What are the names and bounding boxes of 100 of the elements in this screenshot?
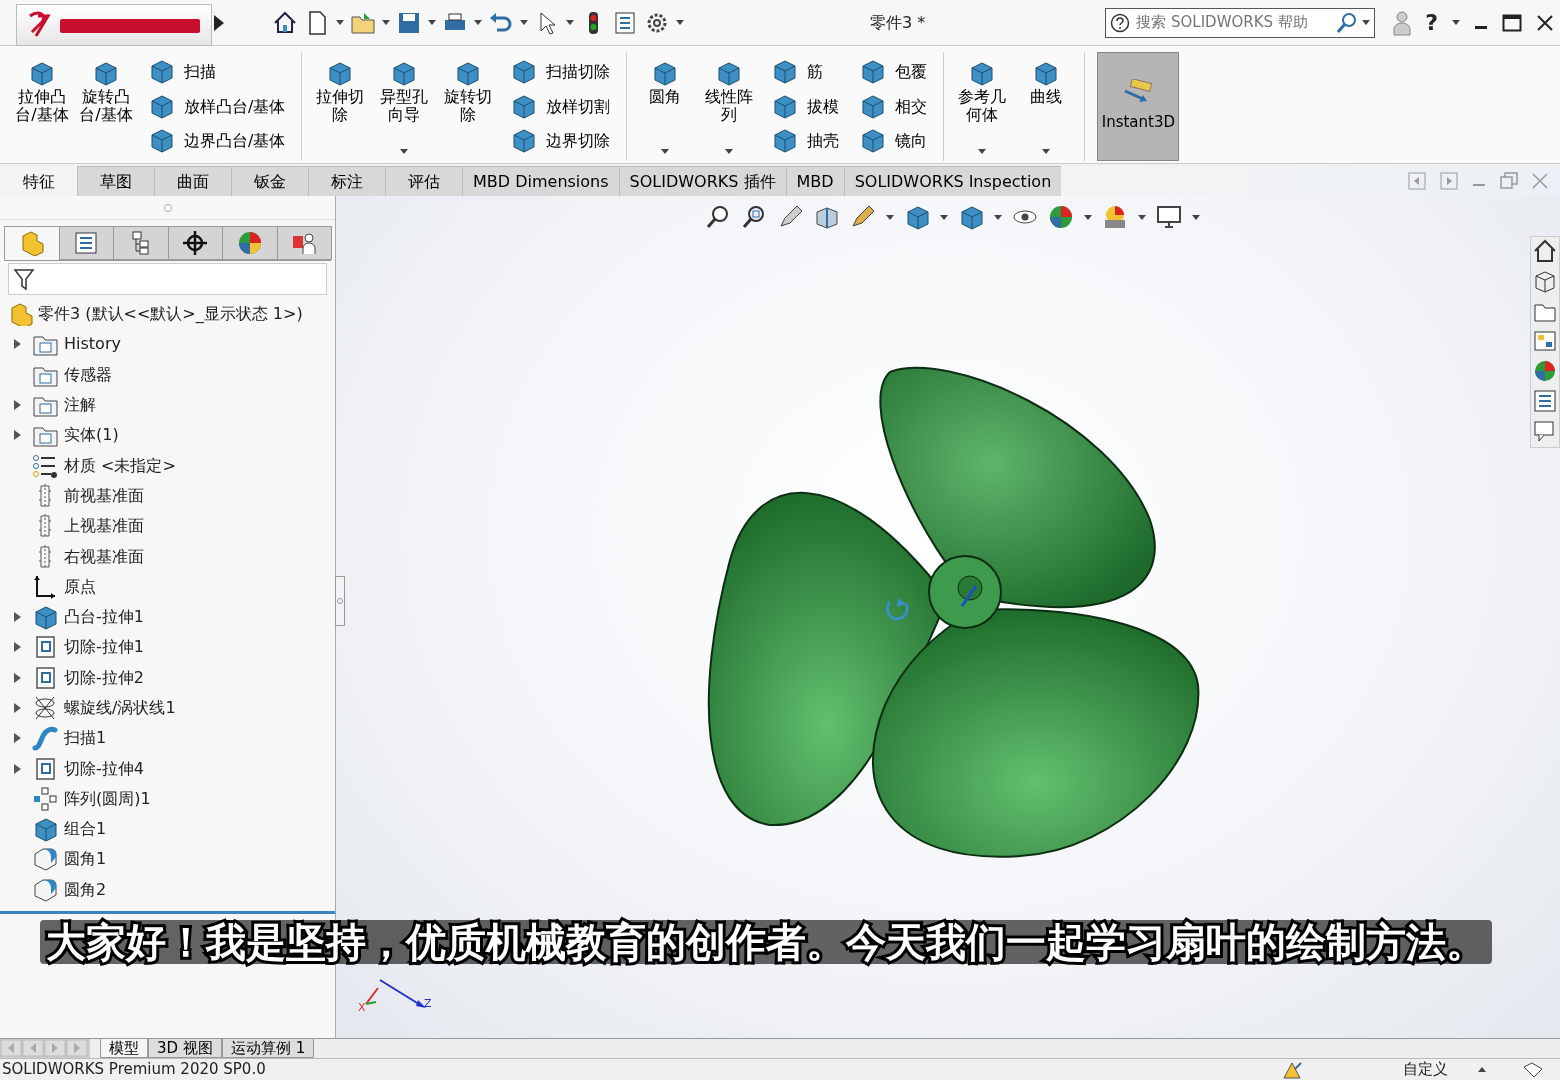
user-icon[interactable] <box>1393 9 1412 36</box>
ribbon-button[interactable]: 镜向 <box>857 125 930 157</box>
caret-icon[interactable] <box>940 214 948 220</box>
ribbon-button[interactable]: 包覆 <box>857 56 930 88</box>
filter-field[interactable] <box>8 263 327 295</box>
ribbon-button[interactable]: 筋 <box>769 56 842 88</box>
caret-icon[interactable] <box>520 20 528 25</box>
tree-item[interactable]: 圆角2 <box>64 877 107 902</box>
caret-icon[interactable] <box>336 20 344 25</box>
ribbon-tab[interactable]: 评估 <box>385 166 463 196</box>
ribbon-button[interactable]: 拔模 <box>769 90 842 123</box>
ribbon-tab[interactable]: SOLIDWORKS Inspection <box>843 166 1063 196</box>
home-icon[interactable] <box>1533 239 1557 265</box>
expand-arrow-icon[interactable] <box>13 733 21 744</box>
ribbon-button[interactable]: 旋转切除 <box>436 52 501 161</box>
caret-icon[interactable] <box>400 149 409 154</box>
tree-item[interactable]: 螺旋线/涡状线1 <box>64 696 176 720</box>
tree-item[interactable]: 上视基准面 <box>64 514 144 539</box>
ribbon-tab[interactable]: 钣金 <box>231 166 309 196</box>
caret-icon[interactable] <box>1138 214 1146 220</box>
home-icon[interactable] <box>272 9 298 36</box>
ribbon-tab[interactable]: MBD Dimensions <box>462 166 620 196</box>
tree-item[interactable]: 零件3 (默认<<默认>_显示状态 1>) <box>38 302 303 327</box>
tile-right-icon[interactable] <box>1440 172 1458 190</box>
ribbon-button[interactable]: 圆角 <box>633 52 698 161</box>
tag-icon[interactable] <box>1522 1060 1544 1079</box>
ribbon-button[interactable]: 曲线 <box>1014 52 1079 161</box>
expand-arrow-icon[interactable] <box>13 642 21 653</box>
scene-icon[interactable] <box>1102 204 1128 230</box>
ribbon-tab[interactable]: MBD <box>785 166 845 196</box>
caret-icon[interactable] <box>661 149 670 154</box>
tree-item[interactable]: 阵列(圆周)1 <box>64 786 151 811</box>
list-icon[interactable] <box>612 9 638 36</box>
warning-icon[interactable] <box>1283 1060 1303 1079</box>
caret-icon[interactable] <box>1042 149 1051 154</box>
caret-icon[interactable] <box>725 149 734 154</box>
tree-item[interactable]: 材质 <未指定> <box>64 453 176 478</box>
tile-left-icon[interactable] <box>1408 172 1426 190</box>
color-ball-icon[interactable] <box>1048 204 1074 230</box>
cube-icon[interactable] <box>958 204 984 230</box>
caret-icon[interactable] <box>886 214 894 220</box>
caret-icon[interactable] <box>382 20 390 25</box>
expand-arrow-icon[interactable] <box>13 672 21 683</box>
pen-icon[interactable] <box>850 204 876 230</box>
expand-arrow-icon[interactable] <box>13 400 21 411</box>
drag-handle-icon[interactable] <box>162 202 173 213</box>
tree-item[interactable]: 组合1 <box>64 817 107 842</box>
ribbon-button[interactable]: 放样切割 <box>508 90 613 123</box>
caret-icon[interactable] <box>1362 20 1371 25</box>
ribbon-button[interactable]: 异型孔向导 <box>372 52 437 161</box>
ribbon-button[interactable]: 拉伸切除 <box>308 52 373 161</box>
expand-arrow-icon[interactable] <box>13 763 21 774</box>
tree-item[interactable]: 切除-拉伸4 <box>64 756 144 781</box>
view-tab[interactable]: 模型 <box>100 1039 148 1058</box>
ribbon-button[interactable]: 扫描切除 <box>508 56 613 88</box>
caret-icon[interactable] <box>566 20 574 25</box>
tree-item[interactable]: 右视基准面 <box>64 544 144 569</box>
caret-icon[interactable] <box>1452 20 1460 25</box>
list-icon[interactable] <box>1533 389 1557 415</box>
ribbon-tab[interactable]: 草图 <box>77 166 155 196</box>
expand-arrow-icon[interactable] <box>13 612 21 623</box>
instant3d-button[interactable]: Instant3D <box>1097 52 1180 161</box>
tree-item[interactable]: History <box>64 332 121 357</box>
maximize-icon[interactable] <box>1502 13 1522 32</box>
caret-icon[interactable] <box>1192 214 1200 220</box>
tree-item[interactable]: 扫描1 <box>64 726 107 751</box>
panel-tab[interactable] <box>167 226 223 260</box>
tree-item[interactable]: 注解 <box>64 393 96 418</box>
tree-item[interactable]: 原点 <box>64 574 96 599</box>
cube-icon[interactable] <box>904 204 930 230</box>
ribbon-button[interactable]: 放样凸台/基体 <box>146 90 288 123</box>
splitter-handle-icon[interactable] <box>335 576 345 626</box>
tree-item[interactable]: 实体(1) <box>64 423 119 448</box>
ribbon-button[interactable]: 拉伸凸台/基体 <box>10 52 74 161</box>
cube-icon[interactable] <box>1533 269 1557 295</box>
view-tab[interactable]: 3D 视图 <box>148 1039 222 1058</box>
ribbon-button[interactable]: 扫描 <box>146 56 288 88</box>
ribbon-tab[interactable]: 标注 <box>308 166 386 196</box>
ribbon-button[interactable]: 相交 <box>857 90 930 123</box>
expand-arrow-icon[interactable] <box>13 430 21 441</box>
ribbon-tab[interactable]: SOLIDWORKS 插件 <box>618 166 787 196</box>
panel-tab[interactable] <box>58 226 114 260</box>
search-icon[interactable] <box>1336 11 1359 34</box>
expand-arrow-icon[interactable] <box>13 339 21 350</box>
pen-icon[interactable] <box>778 204 804 230</box>
tree-item[interactable]: 凸台-拉伸1 <box>64 605 144 630</box>
ribbon-button[interactable]: 抽壳 <box>769 125 842 157</box>
caret-icon[interactable] <box>994 214 1002 220</box>
caret-icon[interactable] <box>428 20 436 25</box>
ribbon-button[interactable]: 旋转凸台/基体 <box>74 52 138 161</box>
tree-item[interactable]: 圆角1 <box>64 847 107 872</box>
search-field[interactable]: 搜索 SOLIDWORKS 帮助 <box>1105 7 1376 38</box>
ribbon-button[interactable]: 边界凸台/基体 <box>146 125 288 157</box>
caret-icon[interactable] <box>474 20 482 25</box>
tree-item[interactable]: 切除-拉伸2 <box>64 665 144 690</box>
caret-icon[interactable] <box>978 149 987 154</box>
help-button[interactable]: ? <box>1425 6 1438 39</box>
ribbon-button[interactable]: 线性阵列 <box>697 52 762 161</box>
ribbon-button[interactable]: 边界切除 <box>508 125 613 157</box>
ribbon-tab[interactable]: 曲面 <box>154 166 232 196</box>
